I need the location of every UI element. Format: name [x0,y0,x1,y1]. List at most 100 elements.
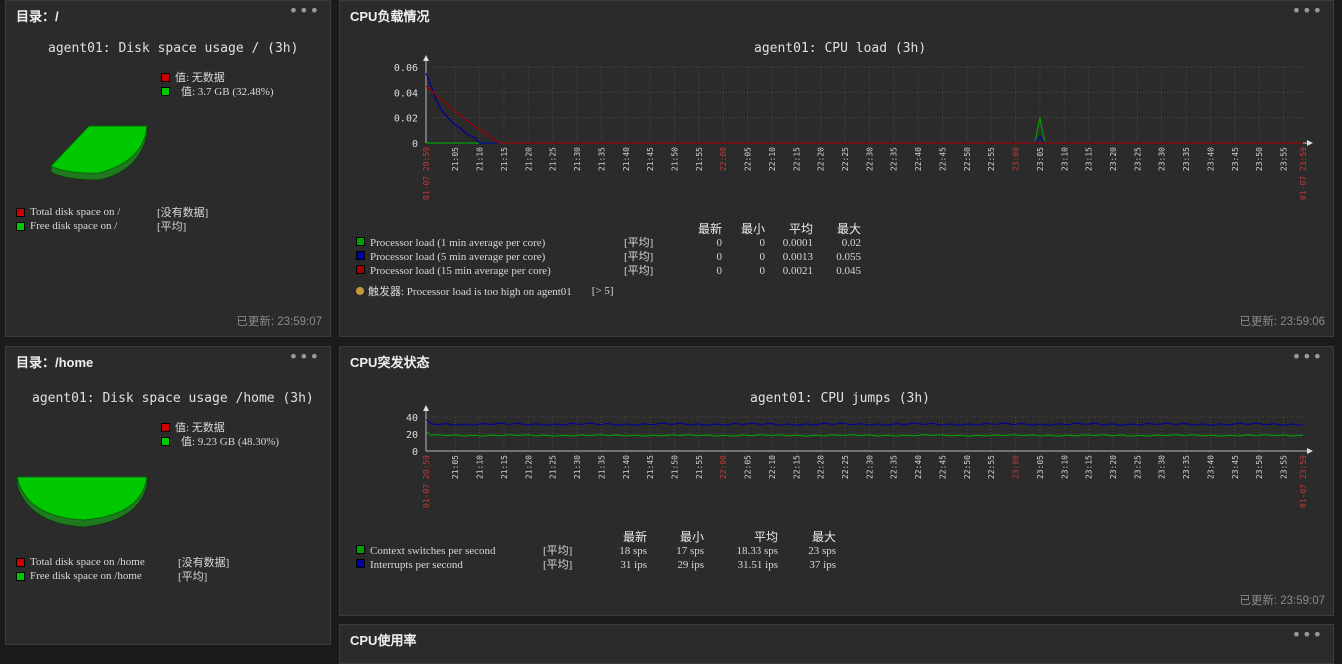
legend-name: Free disk space on / [30,220,118,232]
legend-swatch [356,559,365,568]
legend-name: Total disk space on / [30,206,121,218]
series-avg: 31.51 ips [737,559,778,571]
y-axis-arrow [423,55,429,61]
updated-time: 已更新: 23:59:06 [1239,316,1325,328]
legend-swatch [161,436,170,446]
header-max: 最大 [811,530,836,544]
x-tick-label: 23:40 [1206,455,1215,479]
x-tick-label: 21:05 [451,455,460,479]
x-tick-label: 22:45 [938,147,947,171]
header-min: 最小 [740,222,765,236]
series-func: [平均] [543,559,573,571]
cpu-load-chart: 0.06 0.04 0.02 0 21:05 21:10 21:15 21:20 21:25 21… [394,55,1313,200]
x-tick-label: 23:35 [1182,455,1191,479]
x-tick-label: 21:25 [549,147,558,171]
series-name: Processor load (1 min average per core) [370,237,546,249]
widget-header: 目录：/home ••• [6,347,330,373]
pie-slice-free [50,125,148,174]
pie-chart [50,125,148,181]
graph-title: agent01: CPU jumps (3h) [750,391,931,406]
legend-swatch [356,237,365,246]
widget-menu-button[interactable]: ••• [1292,1,1323,20]
x-tick-label: 23:25 [1133,455,1142,479]
widget-menu-button[interactable]: ••• [289,1,320,20]
x-tick-label: 23:00 [1012,147,1021,171]
legend-swatch [16,557,25,567]
legend-header-row: 最新 最小 平均 最大 [356,530,836,544]
series-last: 18 sps [619,545,647,557]
x-tick-label: 22:25 [841,147,850,171]
plot-area [426,67,1303,143]
x-tick-label: 23:40 [1206,147,1215,171]
x-tick-label: 22:05 [744,147,753,171]
x-range-label: 01-07 20:59 [422,455,431,508]
x-tick-label: 21:05 [451,147,460,171]
widget-header: CPU负载情况 ••• [340,1,1333,27]
x-tick-label: 23:15 [1085,147,1094,171]
header-last: 最新 [622,530,647,544]
series-min: 17 sps [676,545,704,557]
series-avg: 0.0021 [782,265,813,277]
x-tick-label: 22:50 [963,455,972,479]
x-tick-label: 23:55 [1280,147,1289,171]
x-tick-label: 23:35 [1182,147,1191,171]
legend-row: Interrupts per second [平均] 31 ips 29 ips… [356,558,836,572]
x-tick-label: 23:50 [1255,455,1264,479]
x-tick-label: 21:10 [476,455,485,479]
series-last: 0 [716,265,723,277]
y-tick-label: 40 [406,413,418,424]
widget-menu-button[interactable]: ••• [1292,347,1323,366]
legend-bottom-item: Free disk space on /home [平均] [16,568,207,584]
legend-name: Total disk space on /home [30,556,145,568]
legend-swatch [16,221,25,231]
series-max: 0.02 [841,237,861,249]
widget-title: CPU突发状态 [350,355,430,370]
header-avg: 平均 [788,222,813,236]
legend-value: [平均] [157,221,187,233]
x-tick-label: 23:30 [1158,455,1167,479]
x-tick-label: 21:45 [646,455,655,479]
x-tick-label: 23:50 [1255,147,1264,171]
legend-swatch [16,207,25,217]
series-min: 29 ips [677,559,704,571]
widget-disk-root: 目录：/ ••• agent01: Disk space usage / (3h… [5,0,331,337]
series-func: [平均] [624,251,654,263]
legend-swatch [161,86,170,96]
graph-title: agent01: Disk space usage /home (3h) [32,391,314,406]
series-last: 0 [716,237,723,249]
x-tick-label: 23:45 [1231,147,1240,171]
y-tick-label: 0.06 [394,63,418,74]
series-name: Interrupts per second [370,559,463,571]
widget-cpu-jumps: CPU突发状态 ••• agent01: CPU jumps (3h) 40 20… [339,346,1334,616]
x-range-label: 01-07 20:59 [422,147,431,200]
x-tick-label: 21:40 [622,147,631,171]
series-func: [平均] [624,237,654,249]
x-tick-label: 22:40 [914,455,923,479]
x-tick-label: 22:40 [914,147,923,171]
x-tick-label: 23:30 [1158,147,1167,171]
x-tick-label: 22:15 [792,455,801,479]
x-tick-label: 22:00 [719,455,728,479]
x-tick-label: 22:05 [744,455,753,479]
x-axis-arrow [1307,140,1313,146]
widget-cpu-usage: CPU使用率 ••• [339,624,1334,664]
legend-row: Processor load (5 min average per core) … [356,250,861,264]
widget-title: 目录：/ [16,9,59,24]
legend-row: Context switches per second [平均] 18 sps … [356,544,836,558]
x-tick-label: 22:25 [841,455,850,479]
x-tick-label: 22:35 [890,455,899,479]
widget-disk-home: 目录：/home ••• agent01: Disk space usage /… [5,346,331,645]
legend-bottom-item: Free disk space on / [平均] [16,218,186,234]
x-tick-label: 23:10 [1060,147,1069,171]
legend-name: Free disk space on /home [30,570,142,582]
trigger-icon [356,287,364,295]
widget-header: 目录：/ ••• [6,1,330,27]
x-tick-label: 22:20 [817,147,826,171]
x-tick-label: 23:55 [1280,455,1289,479]
legend-swatch [356,251,365,260]
cpu-jumps-legend-table: 最新 最小 平均 最大 Context switches per second … [356,530,836,572]
widget-menu-button[interactable]: ••• [1292,625,1323,644]
legend-swatch [356,545,365,554]
x-tick-label: 22:55 [987,455,996,479]
widget-menu-button[interactable]: ••• [289,347,320,366]
